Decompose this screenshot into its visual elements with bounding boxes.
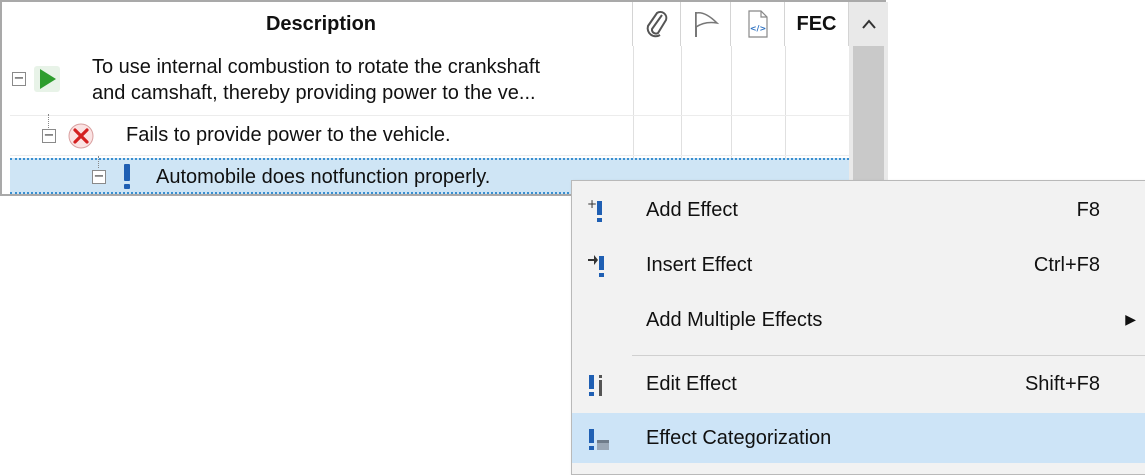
tree-connector <box>98 156 99 168</box>
collapse-toggle[interactable]: − <box>92 170 106 184</box>
column-header-code[interactable]: </> <box>731 2 785 46</box>
edit-effect-icon <box>589 375 602 396</box>
function-text-line2: and camshaft, thereby providing power to… <box>92 82 536 104</box>
menu-item-add-multiple-effects[interactable]: Add Multiple Effects ▶ <box>572 295 1145 345</box>
play-icon <box>34 66 60 92</box>
column-header-flag[interactable] <box>681 2 731 46</box>
failure-text: Fails to provide power to the vehicle. <box>126 124 451 146</box>
collapse-toggle[interactable]: − <box>42 129 56 143</box>
flag-icon <box>694 11 719 37</box>
menu-item-shortcut: Shift+F8 <box>1024 372 1100 395</box>
menu-item-shortcut: F8 <box>1076 198 1100 221</box>
menu-separator <box>632 355 1145 356</box>
effect-exclamation-icon <box>124 164 130 189</box>
menu-item-label: Effect Categorization <box>646 426 832 449</box>
menu-item-label: Add Effect <box>646 198 738 221</box>
column-header-description-label: Description <box>265 12 377 35</box>
collapse-toggle[interactable]: − <box>12 72 26 86</box>
column-header-description[interactable]: Description <box>10 2 633 46</box>
add-effect-icon: + <box>587 198 602 222</box>
insert-effect-icon <box>588 255 604 277</box>
paperclip-icon <box>646 10 667 38</box>
tree-row-failure[interactable]: − Fails to provide power to the vehicle. <box>10 114 849 156</box>
effect-text: Automobile does notfunction properly. <box>156 166 491 188</box>
menu-item-insert-effect[interactable]: Insert Effect Ctrl+F8 <box>572 240 1145 290</box>
submenu-arrow-icon: ▶ <box>1125 312 1136 328</box>
menu-item-effect-categorization[interactable]: Effect Categorization <box>572 413 1145 463</box>
scroll-up-arrow[interactable] <box>849 2 888 46</box>
svg-text:+: + <box>587 198 597 211</box>
chevron-up-icon <box>861 19 876 29</box>
vertical-scrollbar[interactable] <box>849 2 888 198</box>
menu-item-label: Edit Effect <box>646 372 737 395</box>
fmea-grid: Description </> FEC − To use internal co… <box>0 0 888 198</box>
tree-row-function[interactable]: − To use internal combustion to rotate t… <box>10 46 849 116</box>
function-text-line1: To use internal combustion to rotate the… <box>92 56 541 78</box>
svg-text:</>: </> <box>749 24 765 33</box>
column-header-attachments[interactable] <box>633 2 681 46</box>
menu-item-edit-effect[interactable]: Edit Effect Shift+F8 <box>572 359 1145 409</box>
column-header-fec[interactable]: FEC <box>785 2 849 46</box>
menu-item-label: Insert Effect <box>646 253 753 276</box>
code-file-icon: </> <box>747 10 768 38</box>
tree-connector <box>48 114 49 128</box>
context-menu: + Add Effect F8 Insert Effect Ctrl+F8 Ad… <box>571 180 1145 475</box>
menu-item-label: Add Multiple Effects <box>646 308 823 331</box>
effect-categorization-icon <box>589 429 609 450</box>
menu-item-add-effect[interactable]: + Add Effect F8 <box>572 185 1145 235</box>
scrollbar-thumb[interactable] <box>853 46 884 198</box>
failure-x-icon <box>68 123 94 149</box>
menu-item-shortcut: Ctrl+F8 <box>1033 253 1100 276</box>
column-header-fec-label: FEC <box>796 12 837 35</box>
